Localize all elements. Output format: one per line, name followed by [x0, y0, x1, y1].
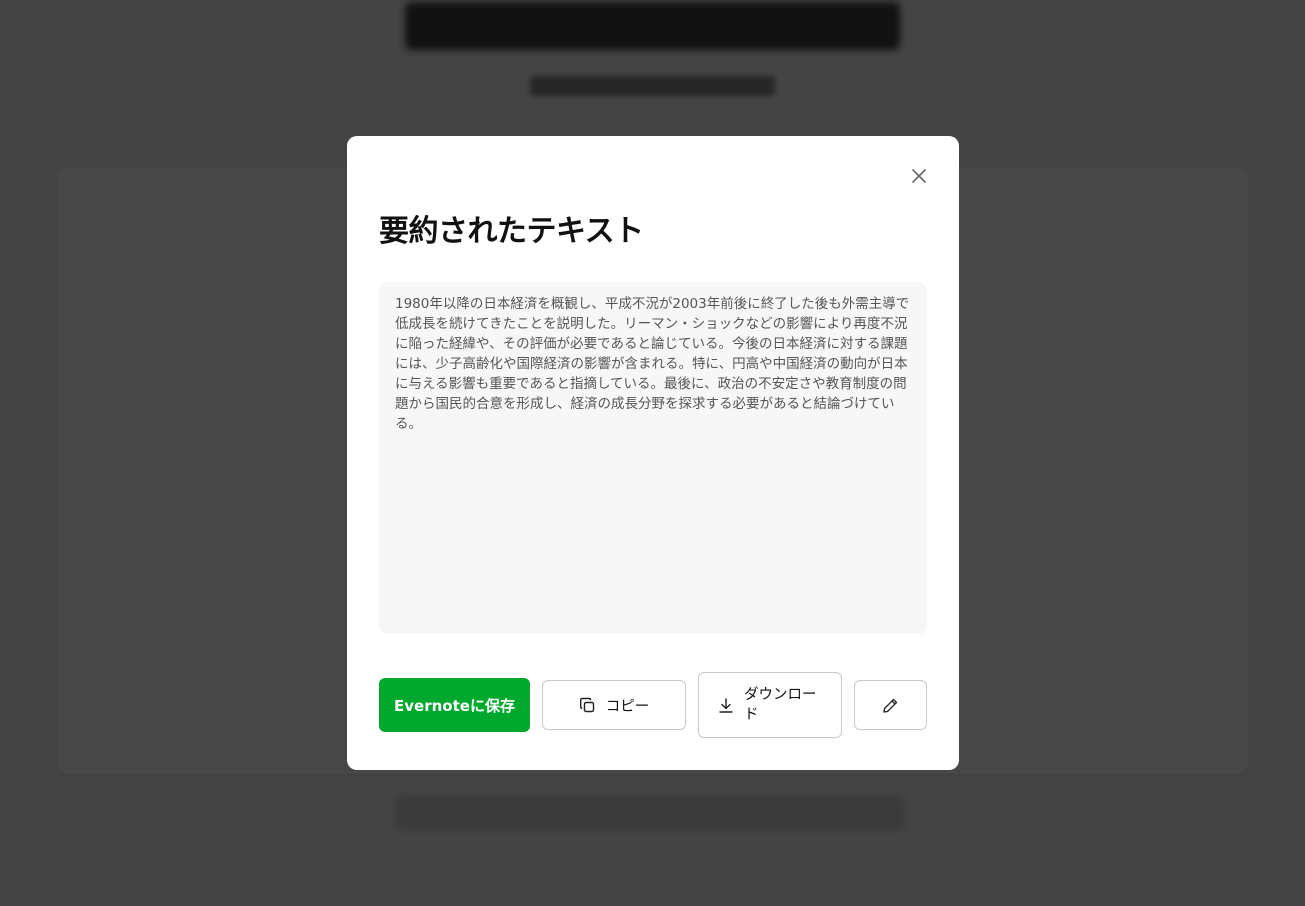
save-to-evernote-label: Evernoteに保存 — [394, 696, 515, 715]
edit-button[interactable] — [854, 680, 927, 730]
summary-text: 1980年以降の日本経済を概観し、平成不況が2003年前後に終了した後も外需主導… — [395, 296, 910, 432]
download-button[interactable]: ダウンロード — [698, 672, 842, 738]
summary-text-area[interactable]: 1980年以降の日本経済を概観し、平成不況が2003年前後に終了した後も外需主導… — [379, 282, 927, 634]
download-icon — [718, 697, 734, 714]
save-to-evernote-button[interactable]: Evernoteに保存 — [379, 678, 530, 732]
download-label: ダウンロード — [744, 687, 817, 723]
copy-button[interactable]: コピー — [542, 680, 686, 730]
modal-title: 要約されたテキスト — [379, 214, 644, 249]
pencil-icon — [882, 697, 899, 714]
copy-icon — [579, 697, 596, 714]
copy-label: コピー — [605, 698, 650, 715]
close-button[interactable] — [906, 163, 932, 189]
close-icon — [911, 168, 927, 184]
